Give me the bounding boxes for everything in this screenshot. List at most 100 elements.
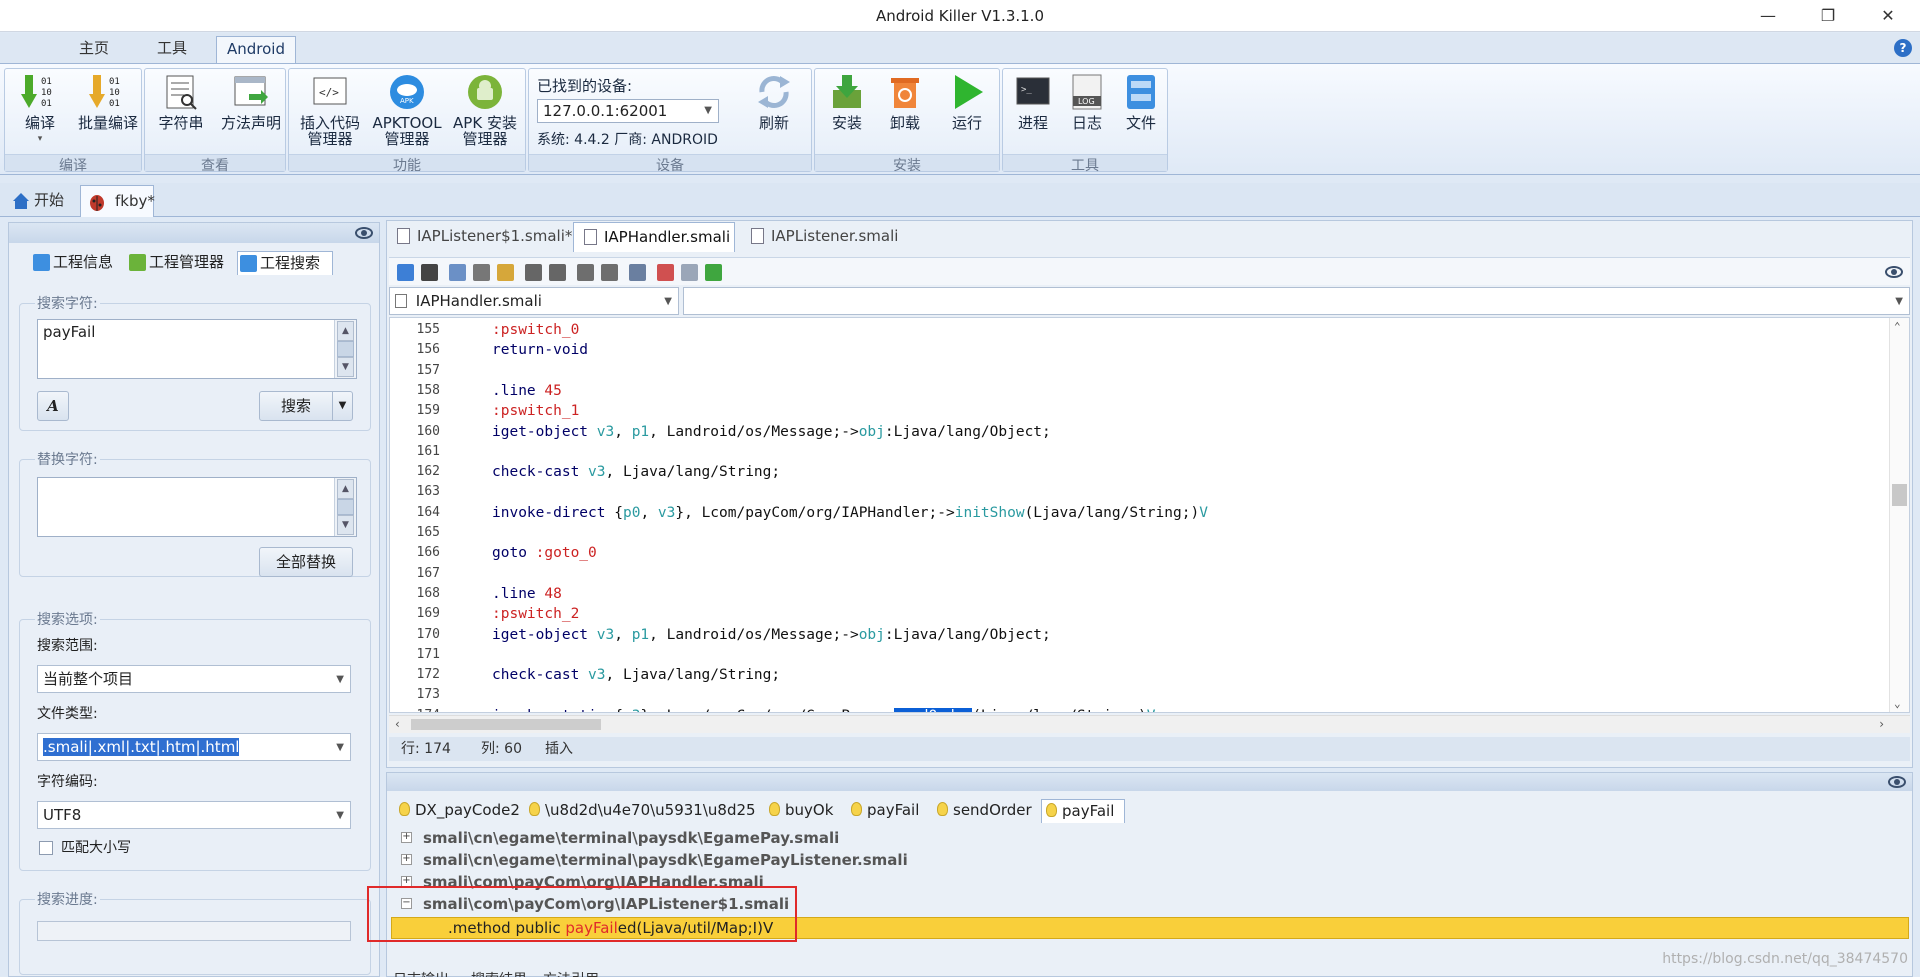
undo-icon[interactable] xyxy=(525,264,542,281)
run-button[interactable]: 运行 xyxy=(939,72,995,131)
scroll-down-icon[interactable]: ▼ xyxy=(337,515,354,535)
wrap-icon[interactable] xyxy=(629,264,646,281)
scroll-thumb[interactable] xyxy=(1892,484,1907,506)
code-line[interactable]: 162 check-cast v3, Ljava/lang/String; xyxy=(390,462,1880,482)
process-button[interactable]: >_ 进程 xyxy=(1007,72,1059,131)
editor-tab-iaphandler[interactable]: IAPHandler.smali xyxy=(573,222,735,252)
lock-icon[interactable] xyxy=(397,264,414,281)
scope-select[interactable]: 当前整个项目 ▼ xyxy=(37,665,351,693)
editor-tab-iaplistener1[interactable]: IAPListener$1.smali* xyxy=(387,222,572,252)
strings-button[interactable]: 字符串 xyxy=(149,72,213,131)
minimize-button[interactable]: — xyxy=(1740,0,1796,32)
tab-start[interactable]: 开始 xyxy=(4,185,76,217)
ribbon-tab-home[interactable]: 主页 xyxy=(58,36,130,63)
code-line[interactable]: 167 xyxy=(390,564,1880,584)
save-icon[interactable] xyxy=(421,264,438,281)
batch-compile-button[interactable]: 01 10 01 批量编译 xyxy=(77,72,139,131)
code-line[interactable]: 172 check-cast v3, Ljava/lang/String; xyxy=(390,665,1880,685)
replace-input[interactable]: ▲ ▼ xyxy=(37,477,357,537)
code-line[interactable]: 170 iget-object v3, p1, Landroid/os/Messa… xyxy=(390,625,1880,645)
editor-vertical-scrollbar[interactable]: ⌃ ⌄ xyxy=(1889,318,1909,712)
eye-icon[interactable] xyxy=(1888,776,1906,788)
result-tab-dx-paycode2[interactable]: DX_payCode2 xyxy=(395,799,523,823)
result-tab-payfail-active[interactable]: payFail xyxy=(1041,799,1125,823)
close-button[interactable]: ✕ xyxy=(1860,0,1916,32)
compile-button[interactable]: 01 10 01 编译 ▾ xyxy=(9,72,71,147)
chevron-down-icon[interactable]: ▼ xyxy=(332,392,352,420)
search-input[interactable]: payFail ▲ ▼ xyxy=(37,319,357,379)
maximize-button[interactable]: ❐ xyxy=(1800,0,1856,32)
arrow-left-icon[interactable] xyxy=(577,264,594,281)
scroll-up-icon[interactable]: ▲ xyxy=(337,479,354,499)
bottom-tab-method-refs[interactable]: 方法引用 xyxy=(543,969,599,977)
result-tab-payfail[interactable]: payFail xyxy=(847,799,931,823)
code-line[interactable]: 165 xyxy=(390,523,1880,543)
bottom-tab-log[interactable]: 日志输出 xyxy=(393,969,449,977)
result-tab-unicode[interactable]: \u8d2d\u4e70\u5931\u8d25 xyxy=(525,799,763,823)
uninstall-button[interactable]: 卸载 xyxy=(877,72,933,131)
expand-icon[interactable]: + xyxy=(401,854,412,865)
scroll-down-icon[interactable]: ⌄ xyxy=(1894,697,1901,710)
font-style-button[interactable]: A xyxy=(37,391,69,421)
redo-icon[interactable] xyxy=(549,264,566,281)
method-declaration-button[interactable]: 方法声明 xyxy=(219,72,283,131)
code-line[interactable]: 173 xyxy=(390,685,1880,705)
code-line[interactable]: 157 xyxy=(390,361,1880,381)
scroll-right-icon[interactable]: › xyxy=(1879,717,1884,731)
code-line[interactable]: 161 xyxy=(390,442,1880,462)
editor-horizontal-scrollbar[interactable]: ‹ › xyxy=(389,715,1910,733)
file-button[interactable]: 文件 xyxy=(1115,72,1167,131)
code-line[interactable]: 158 .line 45 xyxy=(390,381,1880,401)
ribbon-tab-tools[interactable]: 工具 xyxy=(136,36,208,63)
scroll-thumb[interactable] xyxy=(337,341,354,357)
tab-project-manager[interactable]: 工程管理器 xyxy=(127,251,237,275)
scroll-down-icon[interactable]: ▼ xyxy=(337,357,354,377)
goto-icon[interactable] xyxy=(705,264,722,281)
code-line[interactable]: 155:pswitch_0 xyxy=(390,320,1880,340)
tree-node-egamepay[interactable]: + smali\cn\egame\terminal\paysdk\EgamePa… xyxy=(397,827,1297,849)
paste-icon[interactable] xyxy=(497,264,514,281)
tab-project[interactable]: fkby* xyxy=(80,185,155,217)
ribbon-tab-android[interactable]: Android xyxy=(216,36,296,63)
log-button[interactable]: LOG 日志 xyxy=(1061,72,1113,131)
apk-install-manager-button[interactable]: APK 安装管理器 xyxy=(447,72,523,147)
filetype-select[interactable]: .smali|.xml|.txt|.htm|.html ▼ xyxy=(37,733,351,761)
cut-icon[interactable] xyxy=(473,264,490,281)
tab-project-search[interactable]: 工程搜索 xyxy=(237,251,333,275)
code-line[interactable]: 166 goto :goto_0 xyxy=(390,543,1880,563)
code-line[interactable]: 160 iget-object v3, p1, Landroid/os/Messa… xyxy=(390,422,1880,442)
search-button[interactable]: 搜索 ▼ xyxy=(259,391,353,421)
code-line[interactable]: 174 invoke-static {v3}, Lcom/payCom/org/G… xyxy=(390,706,1880,712)
scroll-thumb[interactable] xyxy=(411,719,601,730)
code-line[interactable]: 156 return-void xyxy=(390,340,1880,360)
arrow-right-icon[interactable] xyxy=(601,264,618,281)
result-tab-buyok[interactable]: buyOk xyxy=(765,799,845,823)
method-select[interactable]: ▼ xyxy=(683,287,1910,315)
code-line[interactable]: 171 xyxy=(390,645,1880,665)
format-icon[interactable] xyxy=(681,264,698,281)
insert-code-manager-button[interactable]: </> 插入代码管理器 xyxy=(293,72,367,147)
replace-input-scrollbar[interactable]: ▲ ▼ xyxy=(334,478,356,536)
copy-icon[interactable] xyxy=(449,264,466,281)
encoding-select[interactable]: UTF8 ▼ xyxy=(37,801,351,829)
code-editor[interactable]: 155:pswitch_0 156 return-void 157 158 .line 4… xyxy=(389,317,1910,713)
editor-tab-iaplistener[interactable]: IAPListener.smali xyxy=(741,222,911,252)
scroll-thumb[interactable] xyxy=(337,499,354,515)
replace-all-button[interactable]: 全部替换 xyxy=(259,547,353,577)
expand-icon[interactable]: + xyxy=(401,832,412,843)
eye-icon[interactable] xyxy=(1885,266,1903,278)
code-line[interactable]: 168 .line 48 xyxy=(390,584,1880,604)
tree-node-egamepaylistener[interactable]: + smali\cn\egame\terminal\paysdk\EgamePa… xyxy=(397,849,1297,871)
install-button[interactable]: 安装 xyxy=(819,72,875,131)
code-line[interactable]: 163 xyxy=(390,482,1880,502)
match-case-checkbox[interactable] xyxy=(39,841,53,855)
tab-project-info[interactable]: 工程信息 xyxy=(31,251,127,275)
code-line[interactable]: 169:pswitch_2 xyxy=(390,604,1880,624)
code-line[interactable]: 164 invoke-direct {p0, v3}, Lcom/payCom/o… xyxy=(390,503,1880,523)
scroll-up-icon[interactable]: ⌃ xyxy=(1894,320,1901,333)
java-icon[interactable] xyxy=(657,264,674,281)
refresh-button[interactable]: 刷新 xyxy=(743,72,805,131)
eye-icon[interactable] xyxy=(355,227,373,239)
file-select[interactable]: IAPHandler.smali ▼ xyxy=(389,287,679,315)
search-input-scrollbar[interactable]: ▲ ▼ xyxy=(334,320,356,378)
